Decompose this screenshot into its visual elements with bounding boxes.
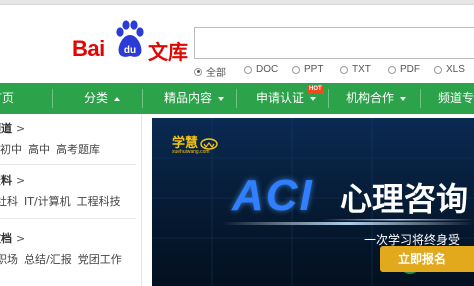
category-links: 社科 IT/计算机 工程科技: [0, 193, 127, 209]
banner-logo-url: xuehuiwang.com: [172, 149, 210, 155]
nav-divider: [52, 89, 53, 108]
category-links: 职场 总结/汇报 党团工作: [0, 251, 128, 267]
nav-divider: [328, 89, 329, 108]
radio-icon[interactable]: [292, 65, 300, 74]
filter-doc[interactable]: DOC: [244, 64, 278, 75]
baidu-paw-icon: du: [116, 20, 144, 57]
filter-xls[interactable]: XLS: [434, 64, 465, 75]
link-engineering[interactable]: 工程科技: [77, 195, 121, 208]
category-title[interactable]: 频道>: [0, 120, 25, 136]
caret-down-icon: [218, 96, 225, 101]
link-party-work[interactable]: 党团工作: [78, 253, 122, 266]
category-sidebar: 频道> 初中高中高考题库 资料> 社科 IT/计算机工程科技 文档> 职场总结/汇…: [0, 114, 142, 286]
filter-all[interactable]: 全部: [194, 64, 226, 79]
promo-banner[interactable]: 学慧 xuehuiwang.com ACI 心理咨询 一次学习将终身受 立即报名: [152, 118, 474, 286]
category-title[interactable]: 资料>: [0, 172, 25, 188]
divider: [0, 218, 136, 219]
nav-divider: [236, 89, 237, 108]
nav-partnership[interactable]: 机构合作: [346, 83, 407, 114]
link-summary-report[interactable]: 总结/汇报: [24, 253, 72, 266]
search-input[interactable]: [194, 27, 474, 59]
caret-up-icon: [114, 96, 121, 101]
baidu-wenku-logo[interactable]: Bai du 文库: [72, 20, 192, 64]
nav-category[interactable]: 分类: [84, 83, 121, 114]
nav-divider: [420, 89, 421, 108]
filter-txt[interactable]: TXT: [340, 64, 371, 75]
main-nav: 首页 分类 精品内容 申请认证 机构合作 频道专: [0, 83, 474, 114]
caret-down-icon: [400, 96, 407, 101]
nav-divider: [142, 89, 143, 108]
divider: [0, 164, 136, 165]
radio-icon[interactable]: [194, 67, 202, 76]
link-gaokao[interactable]: 高考题库: [56, 143, 100, 156]
nav-home[interactable]: 首页: [0, 83, 14, 114]
category-links: 初中 高中 高考题库: [0, 141, 106, 157]
banner-logo-icon: [200, 137, 218, 150]
filter-pdf[interactable]: PDF: [388, 64, 420, 75]
filter-ppt[interactable]: PPT: [292, 64, 323, 75]
link-junior-high[interactable]: 初中: [0, 143, 22, 156]
radio-icon[interactable]: [244, 65, 252, 74]
chevron-right-icon: >: [16, 232, 26, 245]
category-title[interactable]: 文档>: [0, 230, 25, 246]
chevron-right-icon: >: [16, 174, 26, 187]
link-senior-high[interactable]: 高中: [28, 143, 50, 156]
caret-down-icon: [310, 96, 317, 101]
hot-badge: HOT: [307, 85, 324, 93]
radio-icon[interactable]: [434, 65, 442, 74]
radio-icon[interactable]: [340, 65, 348, 74]
logo-wenku-text: 文库: [148, 40, 188, 64]
logo-bai-text: Bai: [72, 36, 105, 61]
top-strip: [0, 0, 474, 5]
chevron-right-icon: >: [16, 122, 26, 135]
radio-icon[interactable]: [388, 65, 396, 74]
link-it[interactable]: IT/计算机: [24, 195, 71, 208]
banner-headline-en: ACI: [232, 171, 314, 220]
link-social-science[interactable]: 社科: [0, 195, 18, 208]
banner-headline-cn: 心理咨询: [340, 180, 469, 218]
nav-premium[interactable]: 精品内容: [164, 83, 225, 114]
register-button[interactable]: 立即报名: [380, 246, 474, 272]
link-workplace[interactable]: 职场: [0, 253, 18, 266]
logo-du-text: du: [124, 45, 136, 56]
nav-channel[interactable]: 频道专: [438, 83, 474, 114]
